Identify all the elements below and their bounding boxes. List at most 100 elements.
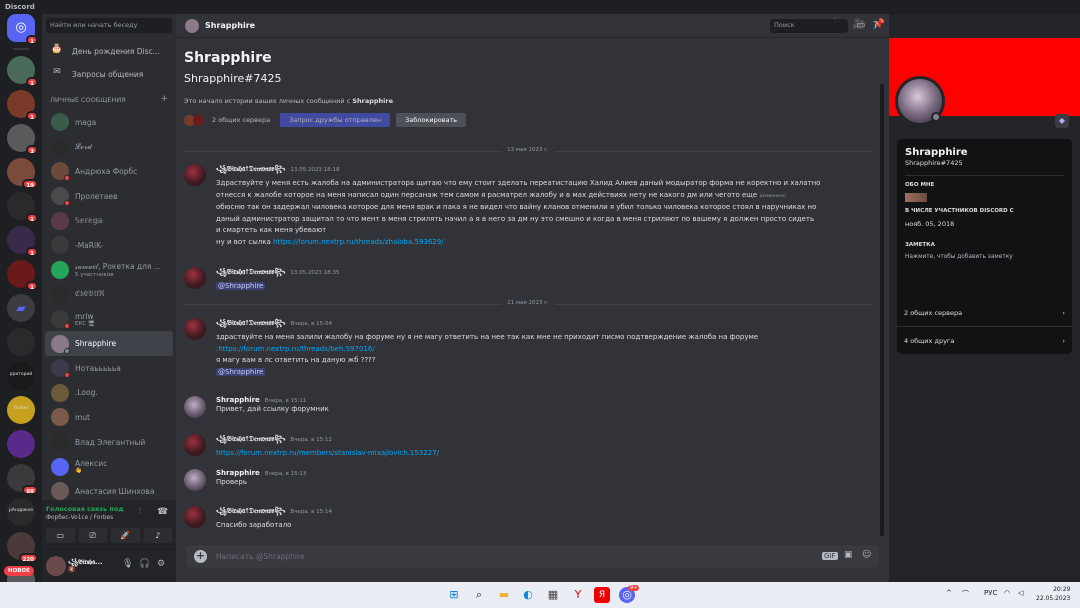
- block-button[interactable]: Заблокировать: [396, 113, 467, 127]
- dm-item[interactable]: Нотаьььььа: [45, 356, 173, 381]
- server-icon[interactable]: Forbes: [7, 396, 35, 424]
- server-icon[interactable]: 1: [7, 226, 38, 257]
- dm-item[interactable]: Shrapphire: [45, 331, 173, 356]
- dm-item[interactable]: 𝓈𝒶𝓂𝓊𝑒𝓁, Рокетка для ... 5 участников: [45, 258, 173, 283]
- channel-name[interactable]: Shrapphire: [205, 21, 255, 30]
- dm-item[interactable]: .Loog.: [45, 381, 173, 406]
- emoji-icon[interactable]: ☺: [862, 550, 871, 560]
- volume-icon[interactable]: ◁: [1018, 589, 1023, 597]
- activity-button[interactable]: 🚀: [111, 528, 140, 543]
- header-search-input[interactable]: Поиск: [770, 19, 848, 33]
- mutual-servers-row[interactable]: 2 общих сервера ›: [897, 300, 1072, 327]
- message-author[interactable]: ꧁𝔅𝔦𝔯𝔰𝔥𝔞☨𝔇𝔢𝔪𝔬𝔫𝔬𝔳꧂: [216, 507, 285, 515]
- start-icon[interactable]: ⊞: [446, 587, 462, 603]
- server-icon[interactable]: 1: [7, 192, 38, 223]
- message-link[interactable]: https://forum.nextrp.ru/members/stanisla…: [216, 449, 439, 457]
- message-avatar[interactable]: [184, 164, 206, 186]
- message-author[interactable]: ꧁𝔅𝔦𝔯𝔰𝔥𝔞☨𝔇𝔢𝔪𝔬𝔫𝔬𝔳꧂: [216, 319, 285, 327]
- user-mention[interactable]: @Shrapphire: [216, 282, 266, 290]
- server-icon[interactable]: [7, 328, 35, 356]
- search-icon[interactable]: ⌕: [471, 587, 487, 603]
- dm-item[interactable]: ℭ𝔥𝔈𝔅𝔘ℜ: [45, 282, 173, 307]
- server-icon[interactable]: 19: [7, 158, 38, 189]
- mutual-servers-link[interactable]: 2 общих сервера: [212, 116, 270, 124]
- add-dm-button[interactable]: +: [160, 94, 168, 104]
- message-header: ꧁𝔅𝔦𝔯𝔰𝔥𝔞☨𝔇𝔢𝔪𝔬𝔫𝔬𝔳꧂ Вчера, в 15:14: [216, 506, 864, 520]
- server-icon[interactable]: 1: [7, 90, 38, 121]
- soundboard-button[interactable]: ♪: [143, 528, 172, 543]
- message-author[interactable]: ꧁𝔅𝔦𝔯𝔰𝔥𝔞☨𝔇𝔢𝔪𝔬𝔫𝔬𝔳꧂: [216, 268, 285, 276]
- message-avatar[interactable]: [184, 469, 206, 491]
- settings-gear-icon[interactable]: ⚙: [157, 559, 165, 569]
- message-author[interactable]: Shrapphire: [216, 469, 260, 477]
- server-icon[interactable]: 88: [7, 464, 38, 495]
- server-icon[interactable]: рриторий: [7, 362, 35, 390]
- message-avatar[interactable]: [184, 434, 206, 456]
- sticker-icon[interactable]: ▣: [844, 550, 853, 560]
- yandex-browser-icon[interactable]: Я: [594, 587, 610, 603]
- user-avatar[interactable]: [46, 556, 66, 576]
- friend-request-sent-button[interactable]: Запрос дружбы отправлен: [280, 113, 391, 127]
- dm-item[interactable]: 𝓛𝓸𝓻𝓭: [45, 135, 173, 160]
- voice-channel[interactable]: Форбес-Vo1ce / Forbes: [46, 515, 113, 521]
- dm-item[interactable]: Алексис 👋: [45, 454, 173, 479]
- server-icon[interactable]: 3: [7, 124, 38, 155]
- chat-scrollbar[interactable]: [880, 84, 884, 536]
- noise-suppression-icon[interactable]: ⫶: [139, 507, 141, 517]
- message-author[interactable]: ꧁𝔅𝔦𝔯𝔰𝔥𝔞☨𝔇𝔢𝔪𝔬𝔫𝔬𝔳꧂: [216, 435, 285, 443]
- wifi-icon[interactable]: ◠: [1004, 589, 1010, 597]
- language-indicator[interactable]: РУС: [984, 589, 997, 597]
- server-icon[interactable]: 1: [7, 260, 38, 291]
- yandex-icon[interactable]: Y: [570, 587, 586, 603]
- profile-avatar[interactable]: [895, 76, 945, 126]
- note-input[interactable]: Нажмите, чтобы добавить заметку: [905, 254, 1064, 260]
- camera-button[interactable]: ▭: [46, 528, 75, 543]
- dm-item[interactable]: Андрюха Форбс: [45, 159, 173, 184]
- nitro-badge-icon[interactable]: ◆: [1055, 114, 1069, 128]
- dm-item[interactable]: Пролетаев: [45, 184, 173, 209]
- message-avatar[interactable]: [184, 396, 206, 418]
- dm-item[interactable]: maga: [45, 110, 173, 135]
- gif-icon[interactable]: GIF: [822, 552, 838, 560]
- server-icon[interactable]: ▰: [7, 294, 35, 322]
- server-icon[interactable]: 1: [7, 56, 38, 87]
- new-badge[interactable]: НОВОЕ: [4, 566, 34, 576]
- message-avatar[interactable]: [184, 506, 206, 528]
- dm-item[interactable]: 𝕊𝕖𝕣𝕖𝕘𝕒: [45, 208, 173, 233]
- server-icon[interactable]: 220: [7, 532, 38, 563]
- message-requests-item[interactable]: ✉ Запросы общения: [42, 63, 176, 85]
- message-author[interactable]: Shrapphire: [216, 396, 260, 404]
- mutual-friends-row[interactable]: 4 общих друга ›: [897, 327, 1072, 354]
- dm-item[interactable]: mrlw ЕКС 🖥: [45, 307, 173, 332]
- dm-item[interactable]: mut: [45, 405, 173, 430]
- store-icon[interactable]: ▦: [545, 587, 561, 603]
- file-explorer-icon[interactable]: ▬: [496, 587, 512, 603]
- dm-search-input[interactable]: Найти или начать беседу: [46, 18, 172, 33]
- server-icon[interactable]: [7, 430, 35, 458]
- message-author[interactable]: ꧁𝔅𝔦𝔯𝔰𝔥𝔞☨𝔇𝔢𝔪𝔬𝔫𝔬𝔳꧂: [216, 165, 285, 173]
- message-link[interactable]: https://forum.nextrp.ru/threads/zhaloba.…: [273, 238, 444, 246]
- message-body: https://forum.nextrp.ru/members/stanisla…: [216, 448, 864, 460]
- inbox-icon[interactable]: ▭: [856, 20, 865, 31]
- network-icon[interactable]: ⌒: [962, 589, 969, 599]
- headphones-icon[interactable]: 🎧: [139, 559, 150, 569]
- help-icon[interactable]: ?: [873, 20, 878, 31]
- message-avatar[interactable]: [184, 318, 206, 340]
- user-mention[interactable]: @Shrapphire: [216, 367, 266, 376]
- dm-item[interactable]: -MaRiK-: [45, 233, 173, 258]
- server-icon[interactable]: рАндрюхе: [7, 498, 35, 526]
- dm-item[interactable]: Влад Элегантный: [45, 430, 173, 455]
- clock[interactable]: 20:29 22.05.2023: [1036, 585, 1070, 603]
- edge-icon[interactable]: ◐: [520, 587, 536, 603]
- tray-chevron-icon[interactable]: ^: [946, 589, 952, 597]
- message-link[interactable]: :https://forum.nextrp.ru/threads/beh.597…: [216, 344, 864, 356]
- disconnect-icon[interactable]: ☎: [157, 507, 168, 517]
- mic-icon[interactable]: 🎙: [122, 559, 133, 569]
- birthday-item[interactable]: 🎂 День рождения Disc...: [42, 40, 176, 62]
- message-input[interactable]: Написать @Shrapphire: [216, 552, 305, 561]
- discord-home-icon[interactable]: ◎ 1: [7, 14, 38, 45]
- voice-status[interactable]: Голосовая связь под: [46, 505, 124, 513]
- screenshare-button[interactable]: ⎚: [78, 528, 107, 543]
- message-avatar[interactable]: [184, 267, 206, 289]
- attach-plus-button[interactable]: +: [194, 550, 207, 563]
